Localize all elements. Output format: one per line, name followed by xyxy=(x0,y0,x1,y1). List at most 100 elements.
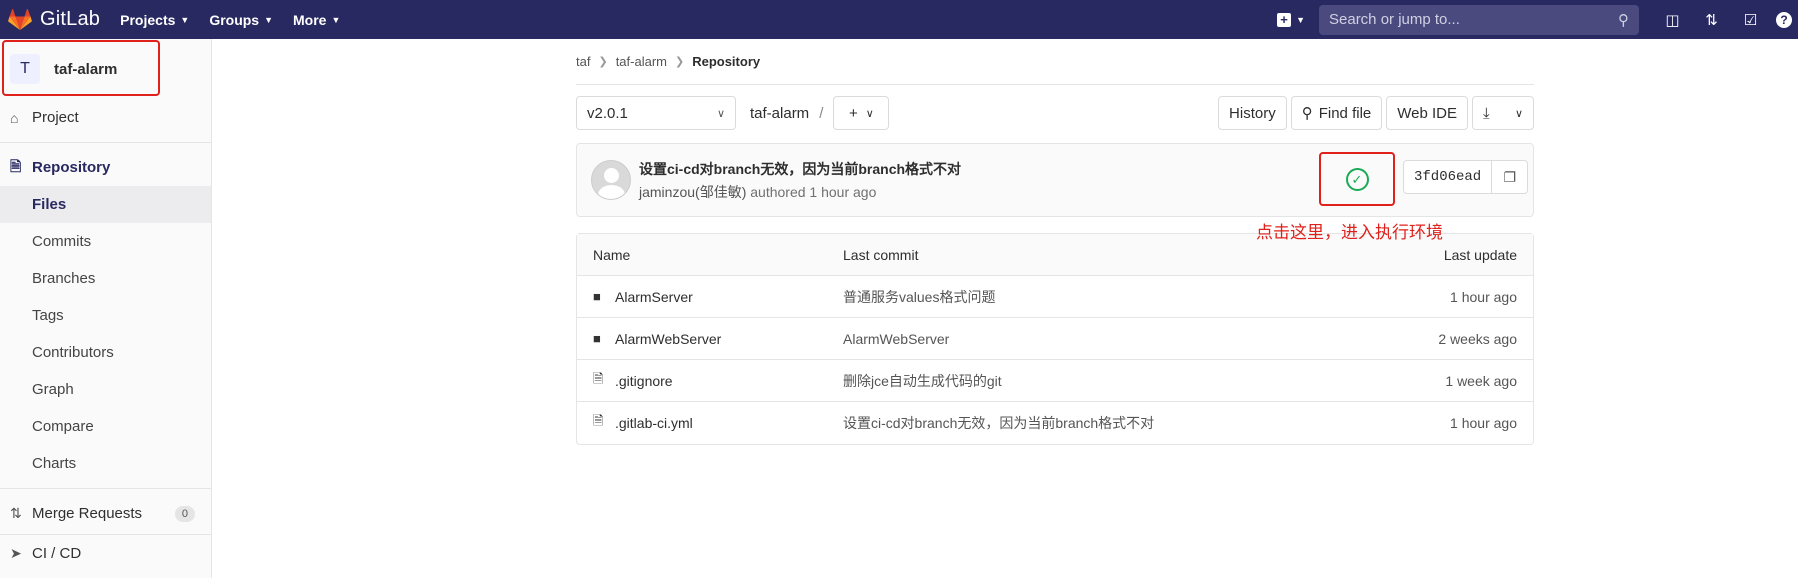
path-root-link[interactable]: taf-alarm xyxy=(750,105,809,122)
sidebar-item-label: Project xyxy=(32,109,79,126)
add-to-tree-dropdown[interactable]: + ∨ xyxy=(833,96,890,130)
history-button[interactable]: History xyxy=(1218,96,1287,130)
file-update: 2 weeks ago xyxy=(1438,330,1517,347)
header-name: Name xyxy=(593,246,631,263)
sidebar-item-cicd[interactable]: ➤ CI / CD xyxy=(0,535,211,572)
top-navbar: GitLab Projects ▼ Groups ▼ More ▼ + ▼ Searc… xyxy=(0,0,1798,39)
main-content: taf ❯ taf-alarm ❯ Repository v2.0.1 ∨ ta… xyxy=(576,39,1534,445)
breadcrumb-link[interactable]: taf xyxy=(576,54,590,69)
brand-name: GitLab xyxy=(40,8,101,30)
repo-path: taf-alarm / xyxy=(750,105,833,122)
breadcrumb: taf ❯ taf-alarm ❯ Repository xyxy=(576,39,1534,85)
file-link[interactable]: AlarmWebServer xyxy=(615,331,721,347)
file-tree-table: Name Last commit Last update ■ AlarmServe… xyxy=(576,233,1534,445)
sidebar-item-label: CI / CD xyxy=(32,545,82,562)
nav-more[interactable]: More ▼ xyxy=(293,12,340,28)
sidebar-subitem-charts[interactable]: Charts xyxy=(0,445,211,482)
divider xyxy=(0,488,211,489)
file-link[interactable]: AlarmServer xyxy=(615,289,693,305)
avatar-head xyxy=(604,168,619,183)
commit-author[interactable]: jaminzou(邹佳敏) xyxy=(639,184,746,200)
header-last-commit: Last commit xyxy=(843,246,919,263)
table-row: ■ AlarmWebServer AlarmWebServer 2 weeks a… xyxy=(577,318,1533,360)
new-item-dropdown[interactable]: + ▼ xyxy=(1277,12,1305,27)
chevron-down-icon: ▼ xyxy=(1296,14,1305,25)
file-update: 1 week ago xyxy=(1445,372,1517,389)
sidebar-subitem-tags[interactable]: Tags xyxy=(0,297,211,334)
find-file-button[interactable]: ⚲ Find file xyxy=(1290,96,1383,130)
web-ide-button[interactable]: Web IDE xyxy=(1386,96,1468,130)
file-icon: 🗎 xyxy=(593,370,604,386)
chevron-down-icon: ∨ xyxy=(865,107,874,120)
commit-info: 设置ci-cd对branch无效，因为当前branch格式不对 jaminzou… xyxy=(639,159,961,202)
tree-actions: History ⚲ Find file Web IDE ⤓ ∨ xyxy=(1214,96,1534,130)
author-avatar[interactable] xyxy=(591,160,631,200)
sidebar-item-label: Merge Requests xyxy=(32,505,143,522)
sidebar-subitem-graph[interactable]: Graph xyxy=(0,371,211,408)
nav-projects-label: Projects xyxy=(120,11,176,28)
file-icon: 🗎 xyxy=(593,413,604,428)
search-input[interactable]: Search or jump to... ⚲ xyxy=(1319,4,1639,35)
chevron-down-icon: ▼ xyxy=(331,14,341,25)
nav-groups[interactable]: Groups ▼ xyxy=(209,12,273,28)
file-link[interactable]: .gitignore xyxy=(615,373,673,389)
sidebar-item-repository[interactable]: 🗎 Repository xyxy=(0,149,211,186)
breadcrumb-current[interactable]: Repository xyxy=(692,54,760,69)
topbar-right: + ▼ Search or jump to... ⚲ ◫ ⇅ ☑ ? xyxy=(1277,0,1798,39)
authored-label: authored xyxy=(750,183,806,200)
ref-switcher-dropdown[interactable]: v2.0.1 ∨ xyxy=(576,96,736,130)
todo-check-icon[interactable]: ☑ xyxy=(1731,11,1770,29)
find-file-label: Find file xyxy=(1318,104,1372,122)
chevron-down-icon: ∨ xyxy=(716,107,725,120)
sidebar-subitem-compare[interactable]: Compare xyxy=(0,408,211,445)
plus-square-icon: + xyxy=(1277,12,1292,27)
tree-controls: v2.0.1 ∨ taf-alarm / + ∨ History ⚲ Find f… xyxy=(576,85,1534,141)
file-commit-link[interactable]: 设置ci-cd对branch无效，因为当前branch格式不对 xyxy=(843,413,1357,433)
commit-sha[interactable]: 3fd06ead xyxy=(1403,160,1493,194)
merge-request-icon: ⇅ xyxy=(10,505,22,521)
commit-title[interactable]: 设置ci-cd对branch无效，因为当前branch格式不对 xyxy=(639,159,961,179)
sidebar-item-merge-requests[interactable]: ⇅ Merge Requests 0 xyxy=(0,495,211,532)
last-commit-panel: 设置ci-cd对branch无效，因为当前branch格式不对 jaminzou… xyxy=(576,143,1534,217)
sidebar-subitem-commits[interactable]: Commits xyxy=(0,223,211,260)
chevron-down-icon: ▼ xyxy=(264,14,274,25)
home-icon: ⌂ xyxy=(10,109,19,126)
sidebar-subitem-files[interactable]: Files xyxy=(0,186,211,223)
table-row: ■ AlarmServer 普通服务values格式问题 1 hour ago xyxy=(577,276,1533,318)
gitlab-logo[interactable]: GitLab xyxy=(8,0,100,39)
search-placeholder: Search or jump to... xyxy=(1329,11,1460,28)
merge-request-icon[interactable]: ⇅ xyxy=(1692,11,1731,29)
file-update: 1 hour ago xyxy=(1450,415,1517,431)
annotation-highlight-project xyxy=(2,40,160,96)
ref-value: v2.0.1 xyxy=(587,104,628,122)
rocket-icon: ➤ xyxy=(10,545,22,561)
file-commit-link[interactable]: AlarmWebServer xyxy=(843,331,1357,347)
chevron-down-icon: ∨ xyxy=(1514,107,1523,120)
chevron-right-icon: ❯ xyxy=(598,56,608,68)
file-name-cell: ■ AlarmServer xyxy=(593,289,843,305)
nav-more-label: More xyxy=(293,11,327,28)
sidebar-item-project[interactable]: ⌂ Project xyxy=(0,99,211,136)
sidebar-subitem-contributors[interactable]: Contributors xyxy=(0,334,211,371)
help-icon[interactable]: ? xyxy=(1770,11,1798,28)
project-sidebar: T taf-alarm ⌂ Project 🗎 Repository Files… xyxy=(0,39,212,578)
pipeline-passed-icon[interactable]: ✓ xyxy=(1345,167,1369,191)
sidebar-toggle-icon[interactable]: ◫ xyxy=(1653,11,1692,29)
file-name-cell: ■ AlarmWebServer xyxy=(593,331,843,347)
commit-meta: jaminzou(邹佳敏) authored 1 hour ago xyxy=(639,182,961,202)
folder-icon: ■ xyxy=(593,331,601,346)
file-name-cell: 🗎 .gitlab-ci.yml xyxy=(593,412,843,434)
chevron-right-icon: ❯ xyxy=(674,56,685,68)
file-commit-link[interactable]: 删除jce自动生成代码的git xyxy=(843,371,1357,391)
search-icon: ⚲ xyxy=(1618,11,1629,29)
chevron-down-icon: ▼ xyxy=(180,14,190,25)
commit-time: 1 hour ago xyxy=(809,183,877,200)
sidebar-subitem-branches[interactable]: Branches xyxy=(0,260,211,297)
breadcrumb-link[interactable]: taf-alarm xyxy=(616,54,667,69)
download-dropdown[interactable]: ⤓ ∨ xyxy=(1472,96,1534,130)
copy-icon[interactable]: ❐ xyxy=(1492,160,1529,194)
file-link[interactable]: .gitlab-ci.yml xyxy=(615,415,693,431)
sidebar-item-label: Repository xyxy=(32,159,111,176)
nav-projects[interactable]: Projects ▼ xyxy=(120,12,189,28)
file-commit-link[interactable]: 普通服务values格式问题 xyxy=(843,287,1357,307)
